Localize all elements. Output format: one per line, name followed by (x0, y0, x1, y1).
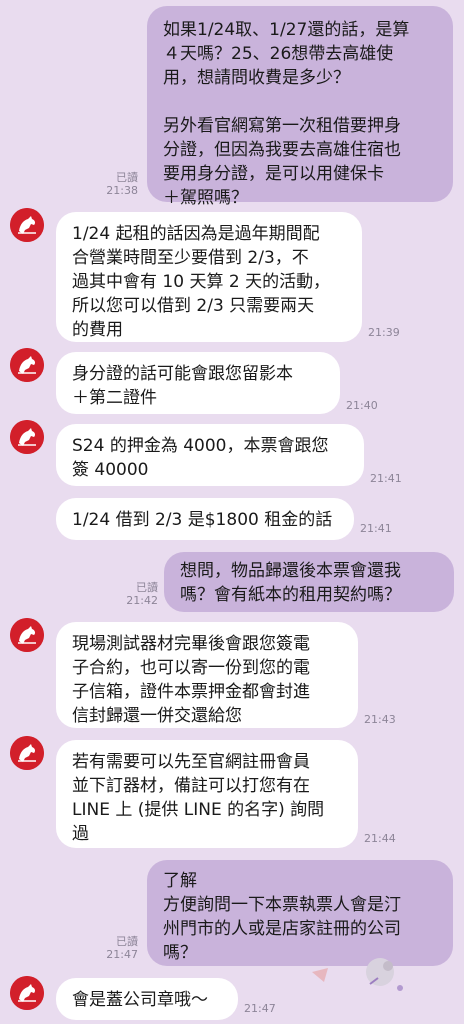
horse-logo-icon (10, 976, 44, 1010)
horse-logo-icon (10, 348, 44, 382)
contact-avatar[interactable] (10, 618, 44, 652)
horse-logo-icon (10, 736, 44, 770)
message-time: 21:39 (368, 326, 400, 339)
read-receipt: 已讀 (136, 581, 158, 594)
message-bubble-outgoing[interactable]: 了解 方便詢問一下本票執票人會是汀 州門市的人或是店家註冊的公司 嗎？ (147, 860, 453, 966)
message-time: 21:40 (346, 399, 378, 412)
message-time: 21:43 (364, 713, 396, 726)
message-bubble-outgoing[interactable]: 想問，物品歸還後本票會還我 嗎？會有紙本的租用契約嗎？ (164, 552, 454, 612)
background-decoration (300, 958, 460, 998)
contact-avatar[interactable] (10, 976, 44, 1010)
message-bubble-incoming[interactable]: S24 的押金為 4000，本票會跟您 簽 40000 (56, 424, 364, 486)
message-meta: 已讀 21:38 (98, 171, 138, 197)
message-bubble-incoming[interactable]: 會是蓋公司章哦～ (56, 978, 238, 1020)
message-time: 21:42 (126, 594, 158, 607)
contact-avatar[interactable] (10, 420, 44, 454)
horse-logo-icon (10, 618, 44, 652)
message-meta: 已讀 21:42 (118, 581, 158, 607)
message-time: 21:41 (360, 522, 392, 535)
contact-avatar[interactable] (10, 348, 44, 382)
horse-logo-icon (10, 420, 44, 454)
message-bubble-incoming[interactable]: 1/24 起租的話因為是過年期間配 合營業時間至少要借到 2/3，不 過其中會有… (56, 212, 362, 342)
message-bubble-incoming[interactable]: 身分證的話可能會跟您留影本 ＋第二證件 (56, 352, 340, 414)
message-meta: 已讀 21:47 (98, 935, 138, 961)
message-bubble-outgoing[interactable]: 如果1/24取、1/27還的話，是算 ４天嗎？25、26想帶去高雄使 用，想請問… (147, 6, 453, 208)
message-bubble-incoming[interactable]: 若有需要可以先至官網註冊會員 並下訂器材，備註可以打您有在 LINE 上 (提供… (56, 740, 358, 848)
message-time: 21:41 (370, 472, 402, 485)
message-time: 21:47 (244, 1002, 276, 1015)
message-time: 21:38 (106, 184, 138, 197)
contact-avatar[interactable] (10, 736, 44, 770)
read-receipt: 已讀 (116, 935, 138, 948)
message-bubble-incoming[interactable]: 現場測試器材完畢後會跟您簽電 子合約，也可以寄一份到您的電 子信箱，證件本票押金… (56, 622, 358, 728)
contact-avatar[interactable] (10, 208, 44, 242)
message-time: 21:44 (364, 832, 396, 845)
horse-logo-icon (10, 208, 44, 242)
message-time: 21:47 (106, 948, 138, 961)
message-bubble-incoming[interactable]: 1/24 借到 2/3 是$1800 租金的話 (56, 498, 354, 540)
read-receipt: 已讀 (116, 171, 138, 184)
